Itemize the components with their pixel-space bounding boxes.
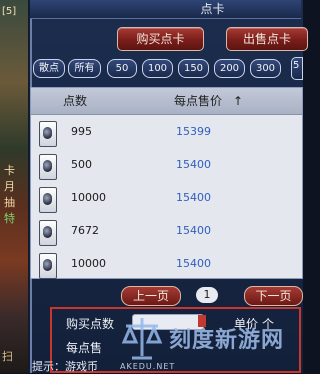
row-qty: 7672: [71, 224, 99, 237]
title-bar[interactable]: [30, 0, 301, 19]
filter-more[interactable]: 5: [291, 57, 303, 80]
scene-text-fragment: 特: [4, 212, 15, 225]
row-price: 15400: [176, 224, 211, 237]
point-card-icon: [39, 220, 57, 246]
row-price: 15400: [176, 158, 211, 171]
point-card-icon: [39, 187, 57, 213]
table-row[interactable]: 10000 15400: [31, 248, 302, 282]
col-price-header[interactable]: 每点售价: [174, 92, 222, 110]
prev-page-button[interactable]: 上一页: [121, 286, 181, 306]
col-qty-header[interactable]: 点数: [63, 92, 87, 110]
row-price: 15399: [176, 125, 211, 138]
footer-hint: 提示：游戏币: [32, 360, 98, 373]
buy-card-tab[interactable]: 购买点卡: [117, 27, 204, 51]
scene-text-fragment: 卡: [4, 164, 15, 177]
table-row[interactable]: 10000 15400: [31, 182, 302, 216]
row-qty: 10000: [71, 257, 106, 270]
scene-text-fragment: 扫: [2, 350, 13, 363]
filter-100[interactable]: 100: [142, 59, 173, 78]
filter-more-label: 5: [293, 60, 300, 71]
row-price: 15400: [176, 257, 211, 270]
row-qty: 10000: [71, 191, 106, 204]
sort-arrow-icon[interactable]: ↑: [233, 92, 243, 110]
filter-300[interactable]: 300: [250, 59, 281, 78]
next-page-button[interactable]: 下一页: [244, 286, 303, 306]
table-row[interactable]: 500 15400: [31, 149, 302, 183]
table-row[interactable]: 995 15399: [31, 116, 302, 150]
scene-text-fragment: 抽: [4, 196, 15, 209]
list-header: 点数 每点售价 ↑: [31, 88, 302, 115]
filter-all[interactable]: 所有: [68, 59, 101, 78]
watermark-subtext: AKEDU.NET: [120, 362, 176, 371]
filter-200[interactable]: 200: [214, 59, 245, 78]
point-card-icon: [39, 253, 57, 279]
filter-50[interactable]: 50: [107, 59, 137, 78]
sell-card-tab[interactable]: 出售点卡: [226, 27, 308, 51]
buy-qty-label: 购买点数: [66, 317, 115, 331]
row-qty: 500: [71, 158, 92, 171]
scene-text-fragment: 月: [4, 180, 15, 193]
row-price: 15400: [176, 191, 211, 204]
watermark-text: 刻度新游网: [169, 328, 285, 353]
table-row[interactable]: 7672 15400: [31, 215, 302, 249]
scene-text-fragment: [5]: [2, 6, 17, 17]
filter-scattered[interactable]: 散点: [33, 59, 65, 78]
row-qty: 995: [71, 125, 92, 138]
page-number: 1: [196, 287, 218, 303]
window-title: 点卡: [200, 2, 225, 16]
scale-logo-icon: [121, 318, 163, 360]
point-card-icon: [39, 154, 57, 180]
filter-150[interactable]: 150: [178, 59, 209, 78]
card-list: 点数 每点售价 ↑ 995 15399 500 15400 10000 1540…: [30, 87, 303, 279]
point-card-icon: [39, 121, 57, 147]
per-point-label: 每点售: [66, 341, 103, 355]
